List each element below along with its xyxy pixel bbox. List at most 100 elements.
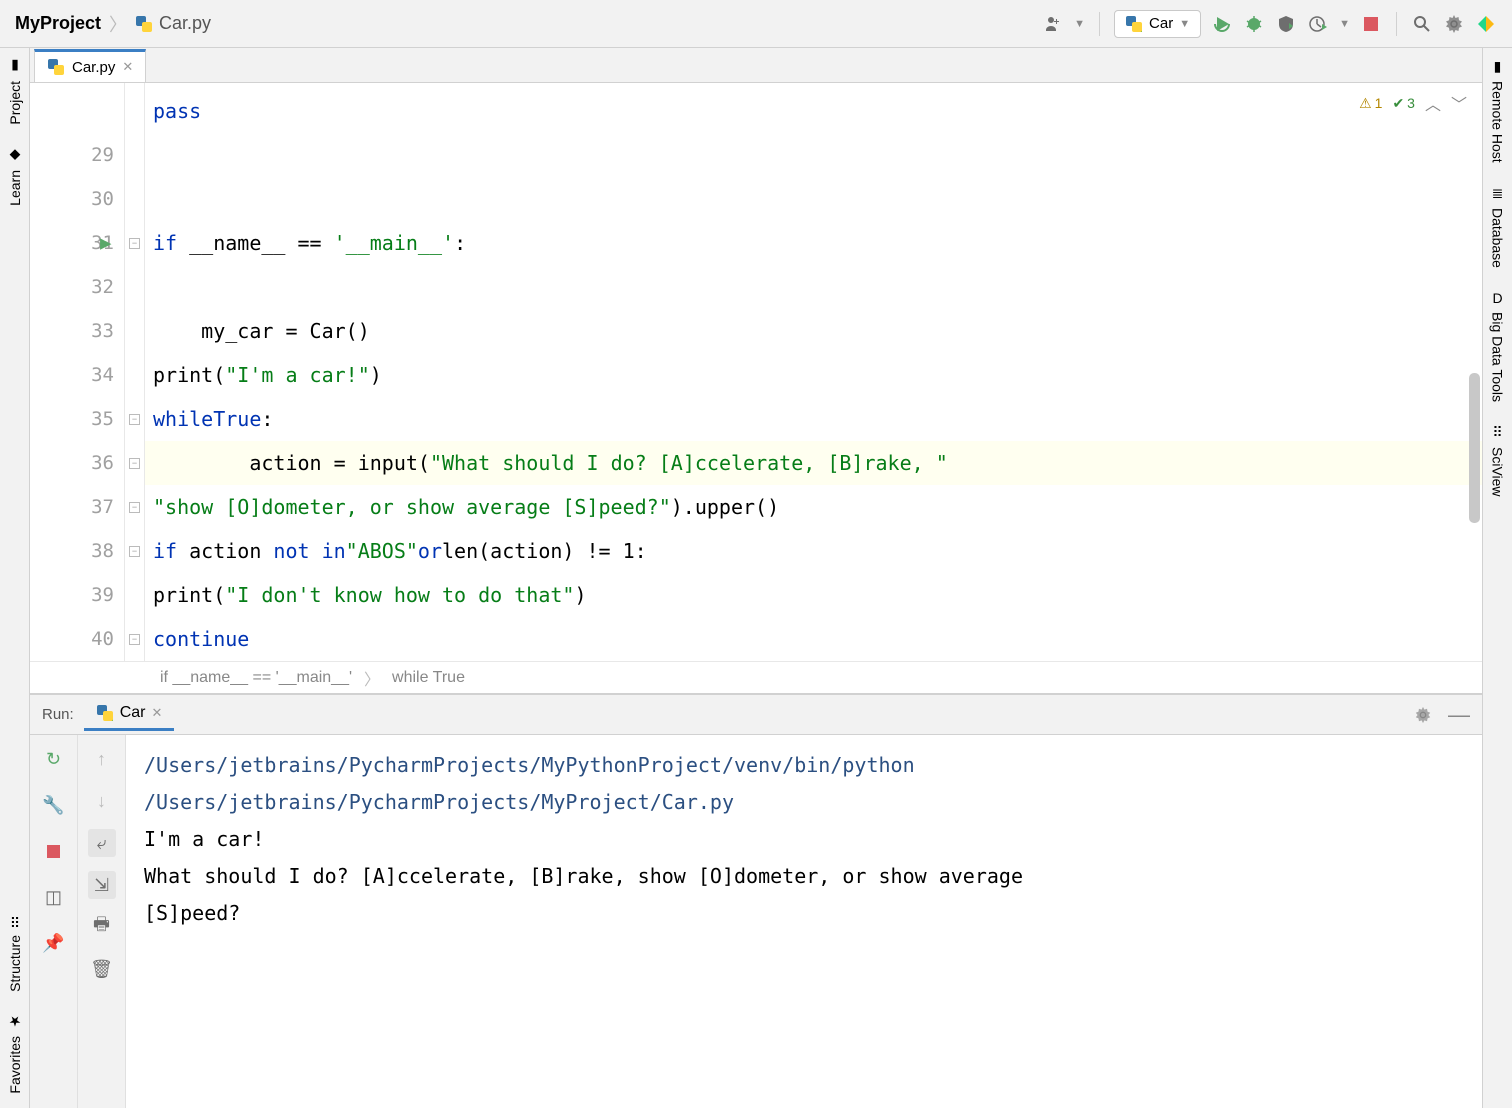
code-line[interactable]: if action not in "ABOS" or len(action) !… — [145, 529, 1482, 573]
breadcrumb-file[interactable]: Car.py — [135, 13, 211, 34]
fold-toggle-icon[interactable]: − — [129, 502, 140, 513]
code-line[interactable]: action = input("What should I do? [A]cce… — [145, 441, 1482, 485]
divider — [1396, 12, 1397, 36]
line-number[interactable]: 34 — [30, 353, 124, 397]
editor[interactable]: ⚠ 1 ✔ 3 ︿ ﹀ 293031▶323334353637383940 − −… — [30, 83, 1482, 661]
code-line[interactable]: if __name__ == '__main__': — [145, 221, 1482, 265]
fold-toggle-icon[interactable]: − — [129, 414, 140, 425]
run-left-toolbar: ↻ 🔧 ◫ 📌 — [30, 735, 78, 1108]
run-tab[interactable]: Car ✕ — [84, 698, 175, 731]
sciview-tool-button[interactable]: ⠿ SciView — [1490, 424, 1506, 497]
console-line: [S]peed? — [144, 895, 1464, 932]
check-indicator[interactable]: ✔ 3 — [1392, 95, 1415, 112]
sciview-icon: ⠿ — [1492, 424, 1502, 441]
dropdown-caret-icon[interactable]: ▼ — [1339, 18, 1350, 30]
fold-toggle-icon[interactable]: − — [129, 546, 140, 557]
code-line[interactable] — [145, 133, 1482, 177]
python-run-icon — [96, 704, 114, 722]
remote-host-tool-button[interactable]: ▮ Remote Host — [1490, 58, 1506, 163]
code-line[interactable]: continue — [145, 617, 1482, 661]
jetbrains-icon[interactable] — [1475, 13, 1497, 35]
line-number[interactable]: 40 — [30, 617, 124, 661]
layout-icon[interactable]: ◫ — [40, 883, 68, 911]
profile-button[interactable] — [1307, 13, 1329, 35]
line-number[interactable]: 29 — [30, 133, 124, 177]
code-line[interactable]: my_car = Car() — [145, 309, 1482, 353]
down-arrow-icon[interactable]: ↓ — [88, 787, 116, 815]
pin-icon[interactable]: 📌 — [40, 929, 68, 957]
learn-tool-button[interactable]: Learn ◆ — [7, 147, 23, 206]
soft-wrap-icon[interactable]: ⤶ — [88, 829, 116, 857]
line-number[interactable]: 39 — [30, 573, 124, 617]
fold-toggle-icon[interactable]: − — [129, 238, 140, 249]
structure-tool-button[interactable]: Structure ⠿ — [7, 912, 23, 992]
rerun-icon[interactable]: ↻ — [40, 745, 68, 773]
close-icon[interactable]: ✕ — [122, 59, 133, 75]
breadcrumb-item[interactable]: while True — [392, 669, 465, 687]
settings-icon[interactable] — [1443, 13, 1465, 35]
chevron-right-icon: 〉 — [364, 666, 380, 690]
warning-indicator[interactable]: ⚠ 1 — [1359, 95, 1382, 112]
print-icon[interactable]: 🖶 — [88, 913, 116, 941]
line-number[interactable]: 35 — [30, 397, 124, 441]
inspections-widget[interactable]: ⚠ 1 ✔ 3 ︿ ﹀ — [1359, 91, 1467, 115]
minimize-icon[interactable]: — — [1448, 704, 1470, 726]
stop-icon[interactable] — [40, 837, 68, 865]
big-data-tools-button[interactable]: D Big Data Tools — [1490, 290, 1506, 402]
up-arrow-icon[interactable]: ↑ — [88, 745, 116, 773]
run-tab-label: Car — [120, 704, 146, 722]
database-tool-button[interactable]: ≣ Database — [1490, 185, 1506, 268]
line-number[interactable]: 37 — [30, 485, 124, 529]
code-line[interactable] — [145, 177, 1482, 221]
run-config-selector[interactable]: Car ▼ — [1114, 10, 1201, 38]
settings-icon[interactable] — [1412, 704, 1434, 726]
line-number[interactable]: 31▶ — [30, 221, 124, 265]
code-line[interactable]: pass — [145, 89, 1482, 133]
chevron-down-icon: ▼ — [1179, 18, 1190, 30]
fold-toggle-icon[interactable]: − — [129, 634, 140, 645]
prev-highlight-icon[interactable]: ︿ — [1425, 91, 1441, 115]
project-tool-button[interactable]: Project ▮ — [7, 58, 23, 125]
python-run-icon — [1125, 15, 1143, 33]
line-number[interactable]: 36 — [30, 441, 124, 485]
remote-icon: ▮ — [1494, 58, 1502, 75]
project-name[interactable]: MyProject — [15, 13, 101, 34]
learn-icon: ◆ — [9, 147, 20, 164]
dropdown-caret-icon[interactable]: ▼ — [1074, 18, 1085, 30]
line-number[interactable]: 32 — [30, 265, 124, 309]
fold-toggle-icon[interactable]: − — [129, 458, 140, 469]
right-tool-rail: ▮ Remote Host ≣ Database D Big Data Tool… — [1482, 48, 1512, 1108]
console-output[interactable]: /Users/jetbrains/PycharmProjects/MyPytho… — [126, 735, 1482, 1108]
close-icon[interactable]: ✕ — [151, 705, 162, 721]
code-line[interactable] — [145, 265, 1482, 309]
editor-tab[interactable]: Car.py ✕ — [34, 49, 146, 82]
vertical-scrollbar[interactable] — [1469, 373, 1480, 523]
line-number[interactable]: 38 — [30, 529, 124, 573]
code-area[interactable]: pass if __name__ == '__main__': my_car = … — [145, 83, 1482, 661]
line-number[interactable]: 30 — [30, 177, 124, 221]
trash-icon[interactable]: 🗑 — [88, 955, 116, 983]
breadcrumb-item[interactable]: if __name__ == '__main__' — [160, 669, 352, 687]
run-console-toolbar: ↑ ↓ ⤶ ⇲ 🖶 🗑 — [78, 735, 126, 1108]
code-line[interactable]: print("I don't know how to do that") — [145, 573, 1482, 617]
line-number[interactable]: 33 — [30, 309, 124, 353]
chevron-right-icon: 〉 — [109, 11, 127, 37]
left-tool-rail: Project ▮ Learn ◆ Structure ⠿ Favorites … — [0, 48, 30, 1108]
code-line[interactable]: while True: — [145, 397, 1482, 441]
structure-icon: ⠿ — [9, 912, 19, 929]
line-number[interactable] — [30, 89, 124, 133]
debug-button[interactable] — [1243, 13, 1265, 35]
code-line[interactable]: print("I'm a car!") — [145, 353, 1482, 397]
add-user-icon[interactable] — [1042, 13, 1064, 35]
next-highlight-icon[interactable]: ﹀ — [1451, 91, 1467, 115]
favorites-tool-button[interactable]: Favorites ★ — [7, 1013, 23, 1094]
run-button[interactable] — [1211, 13, 1233, 35]
search-icon[interactable] — [1411, 13, 1433, 35]
code-line[interactable]: "show [O]dometer, or show average [S]pee… — [145, 485, 1482, 529]
stop-button[interactable] — [1360, 13, 1382, 35]
editor-breadcrumbs: if __name__ == '__main__' 〉 while True — [30, 661, 1482, 693]
wrench-icon[interactable]: 🔧 — [40, 791, 68, 819]
coverage-button[interactable] — [1275, 13, 1297, 35]
scroll-to-end-icon[interactable]: ⇲ — [88, 871, 116, 899]
gutter-run-icon[interactable]: ▶ — [100, 232, 111, 254]
